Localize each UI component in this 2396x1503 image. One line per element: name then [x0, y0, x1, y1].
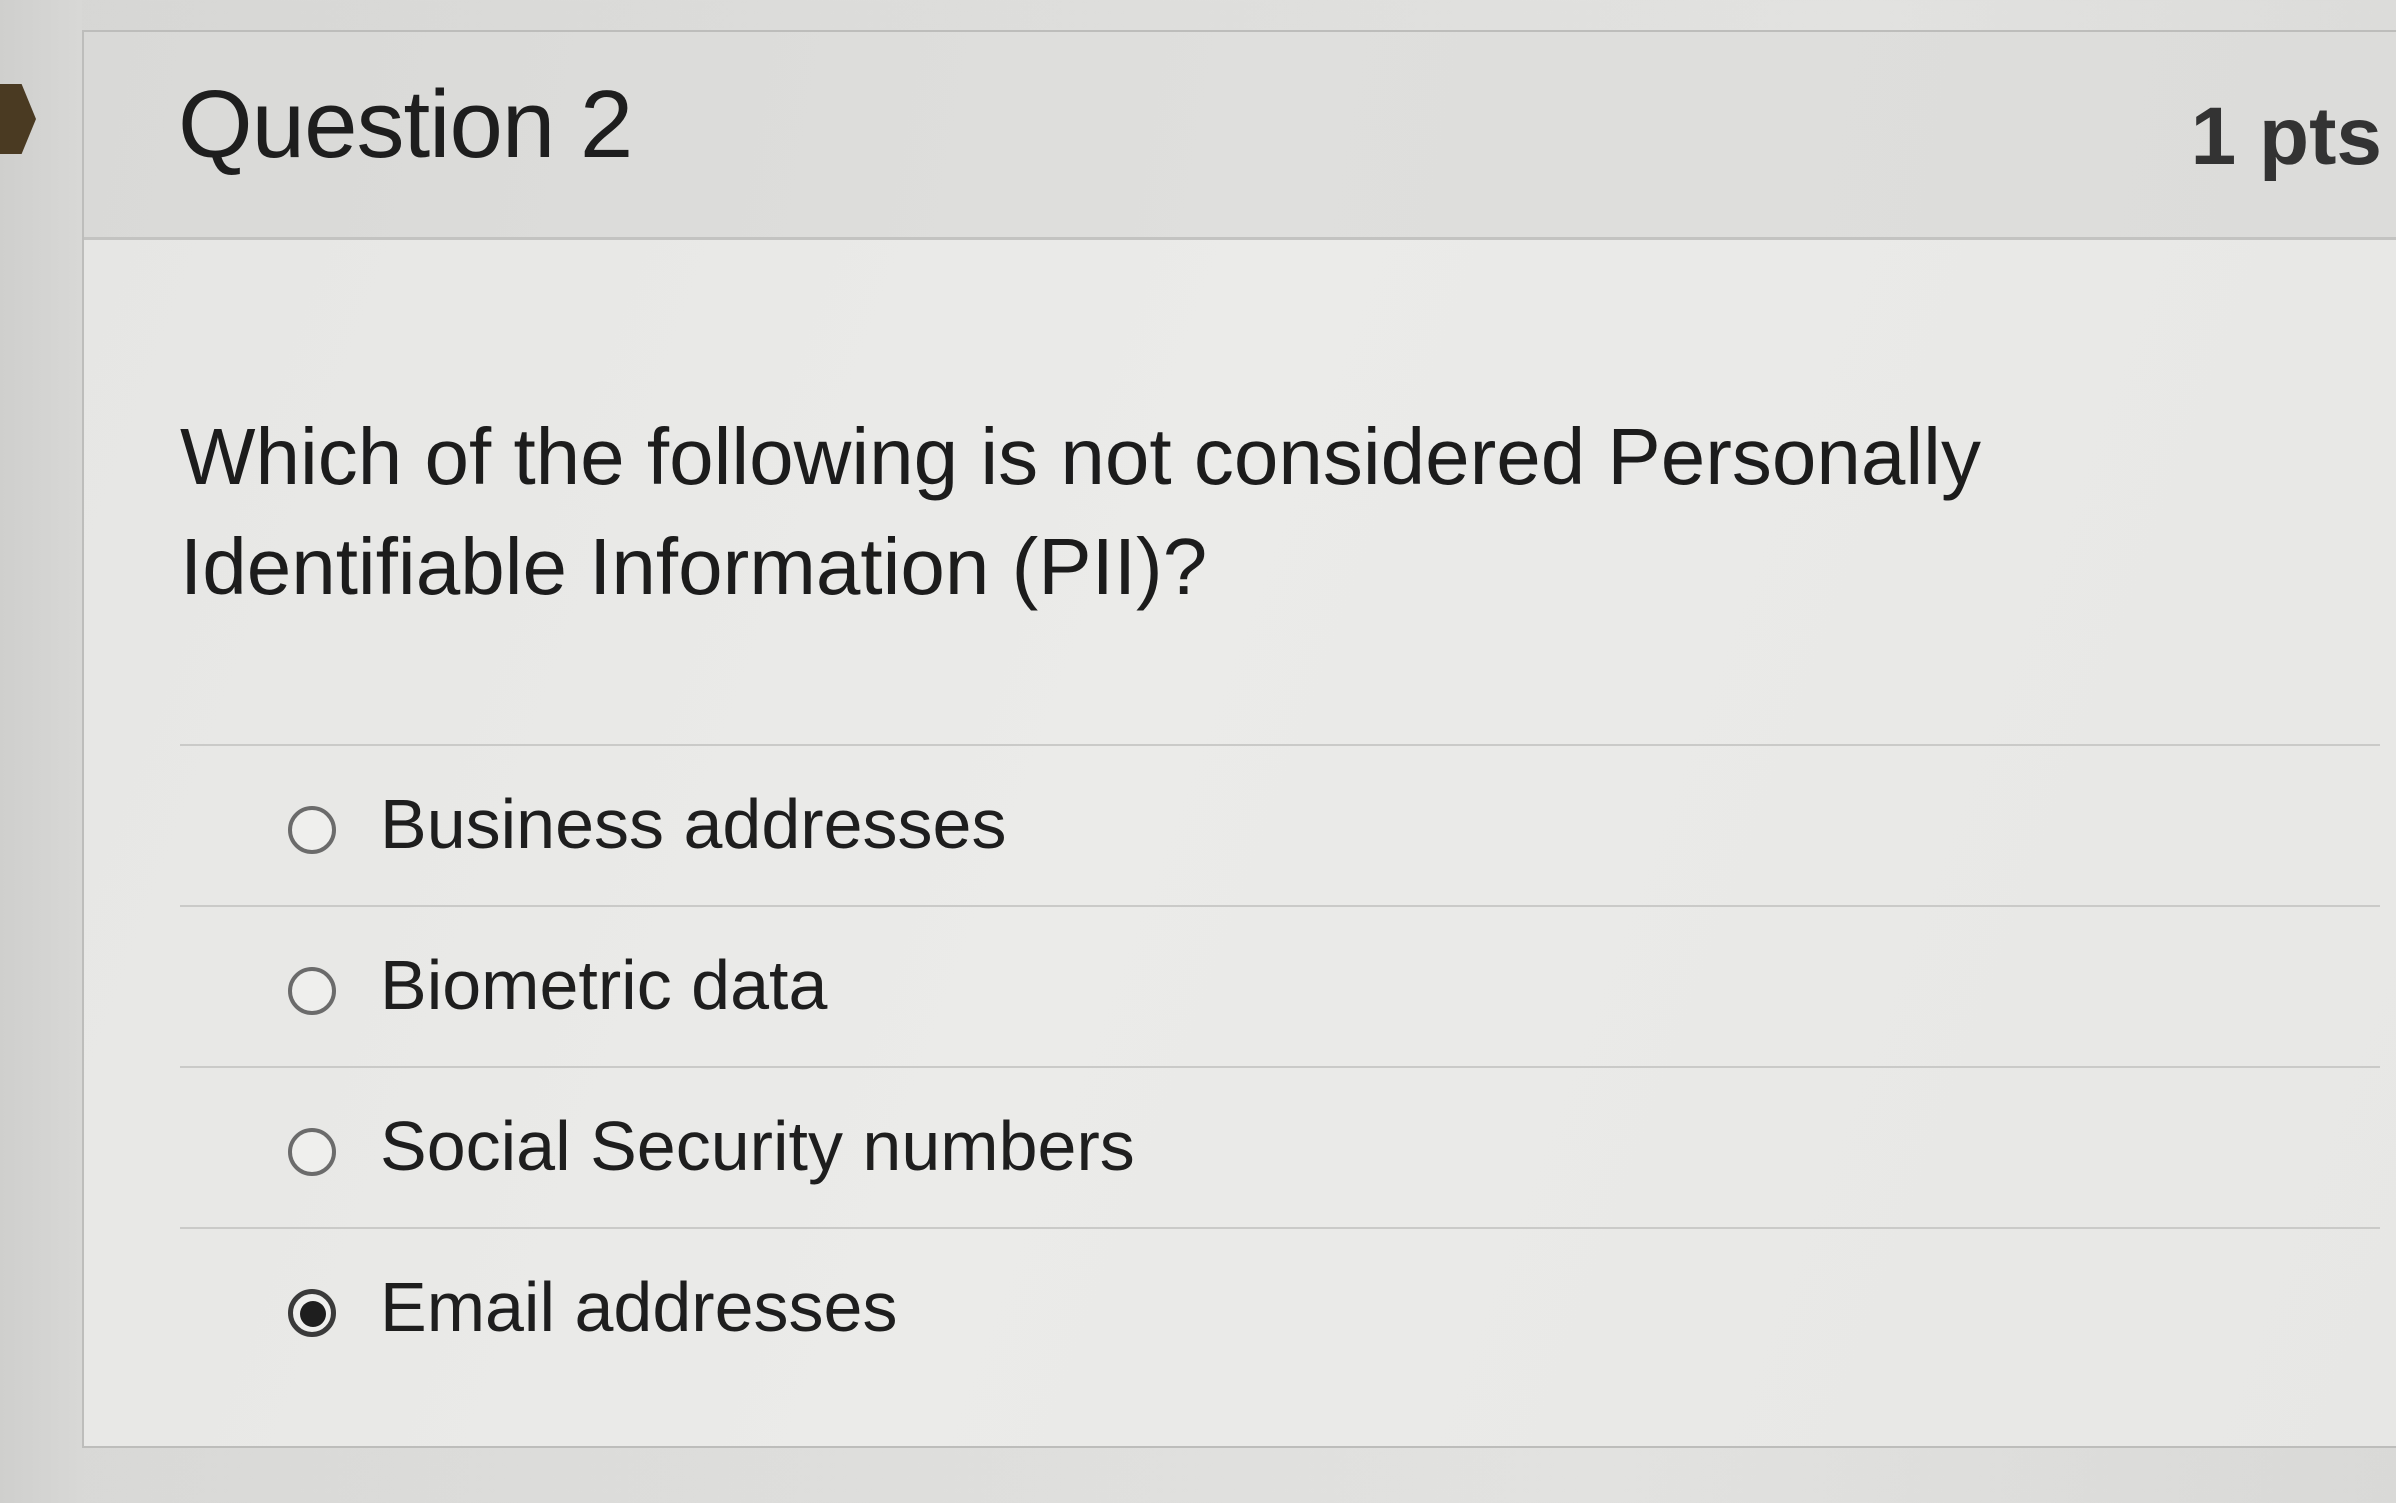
question-header: Question 2 1 pts: [84, 32, 2396, 240]
answer-label[interactable]: Social Security numbers: [380, 1106, 1135, 1186]
left-margin: [0, 0, 82, 1503]
answer-option[interactable]: Social Security numbers: [180, 1066, 2380, 1227]
radio-button[interactable]: [288, 1289, 336, 1337]
answer-option[interactable]: Business addresses: [180, 744, 2380, 905]
answer-list: Business addresses Biometric data Social…: [180, 744, 2380, 1388]
question-text: Which of the following is not considered…: [180, 412, 1981, 611]
answer-option[interactable]: Biometric data: [180, 905, 2380, 1066]
answer-label[interactable]: Biometric data: [380, 945, 827, 1025]
radio-button[interactable]: [288, 1128, 336, 1176]
answer-option[interactable]: Email addresses: [180, 1227, 2380, 1388]
radio-button[interactable]: [288, 967, 336, 1015]
radio-button[interactable]: [288, 806, 336, 854]
question-card: Question 2 1 pts Which of the following …: [82, 30, 2396, 1448]
answer-label[interactable]: Email addresses: [380, 1267, 897, 1347]
flag-icon[interactable]: [0, 84, 36, 154]
question-title: Question 2: [178, 71, 633, 178]
question-points: 1 pts: [2190, 91, 2382, 182]
answer-label[interactable]: Business addresses: [380, 784, 1006, 864]
